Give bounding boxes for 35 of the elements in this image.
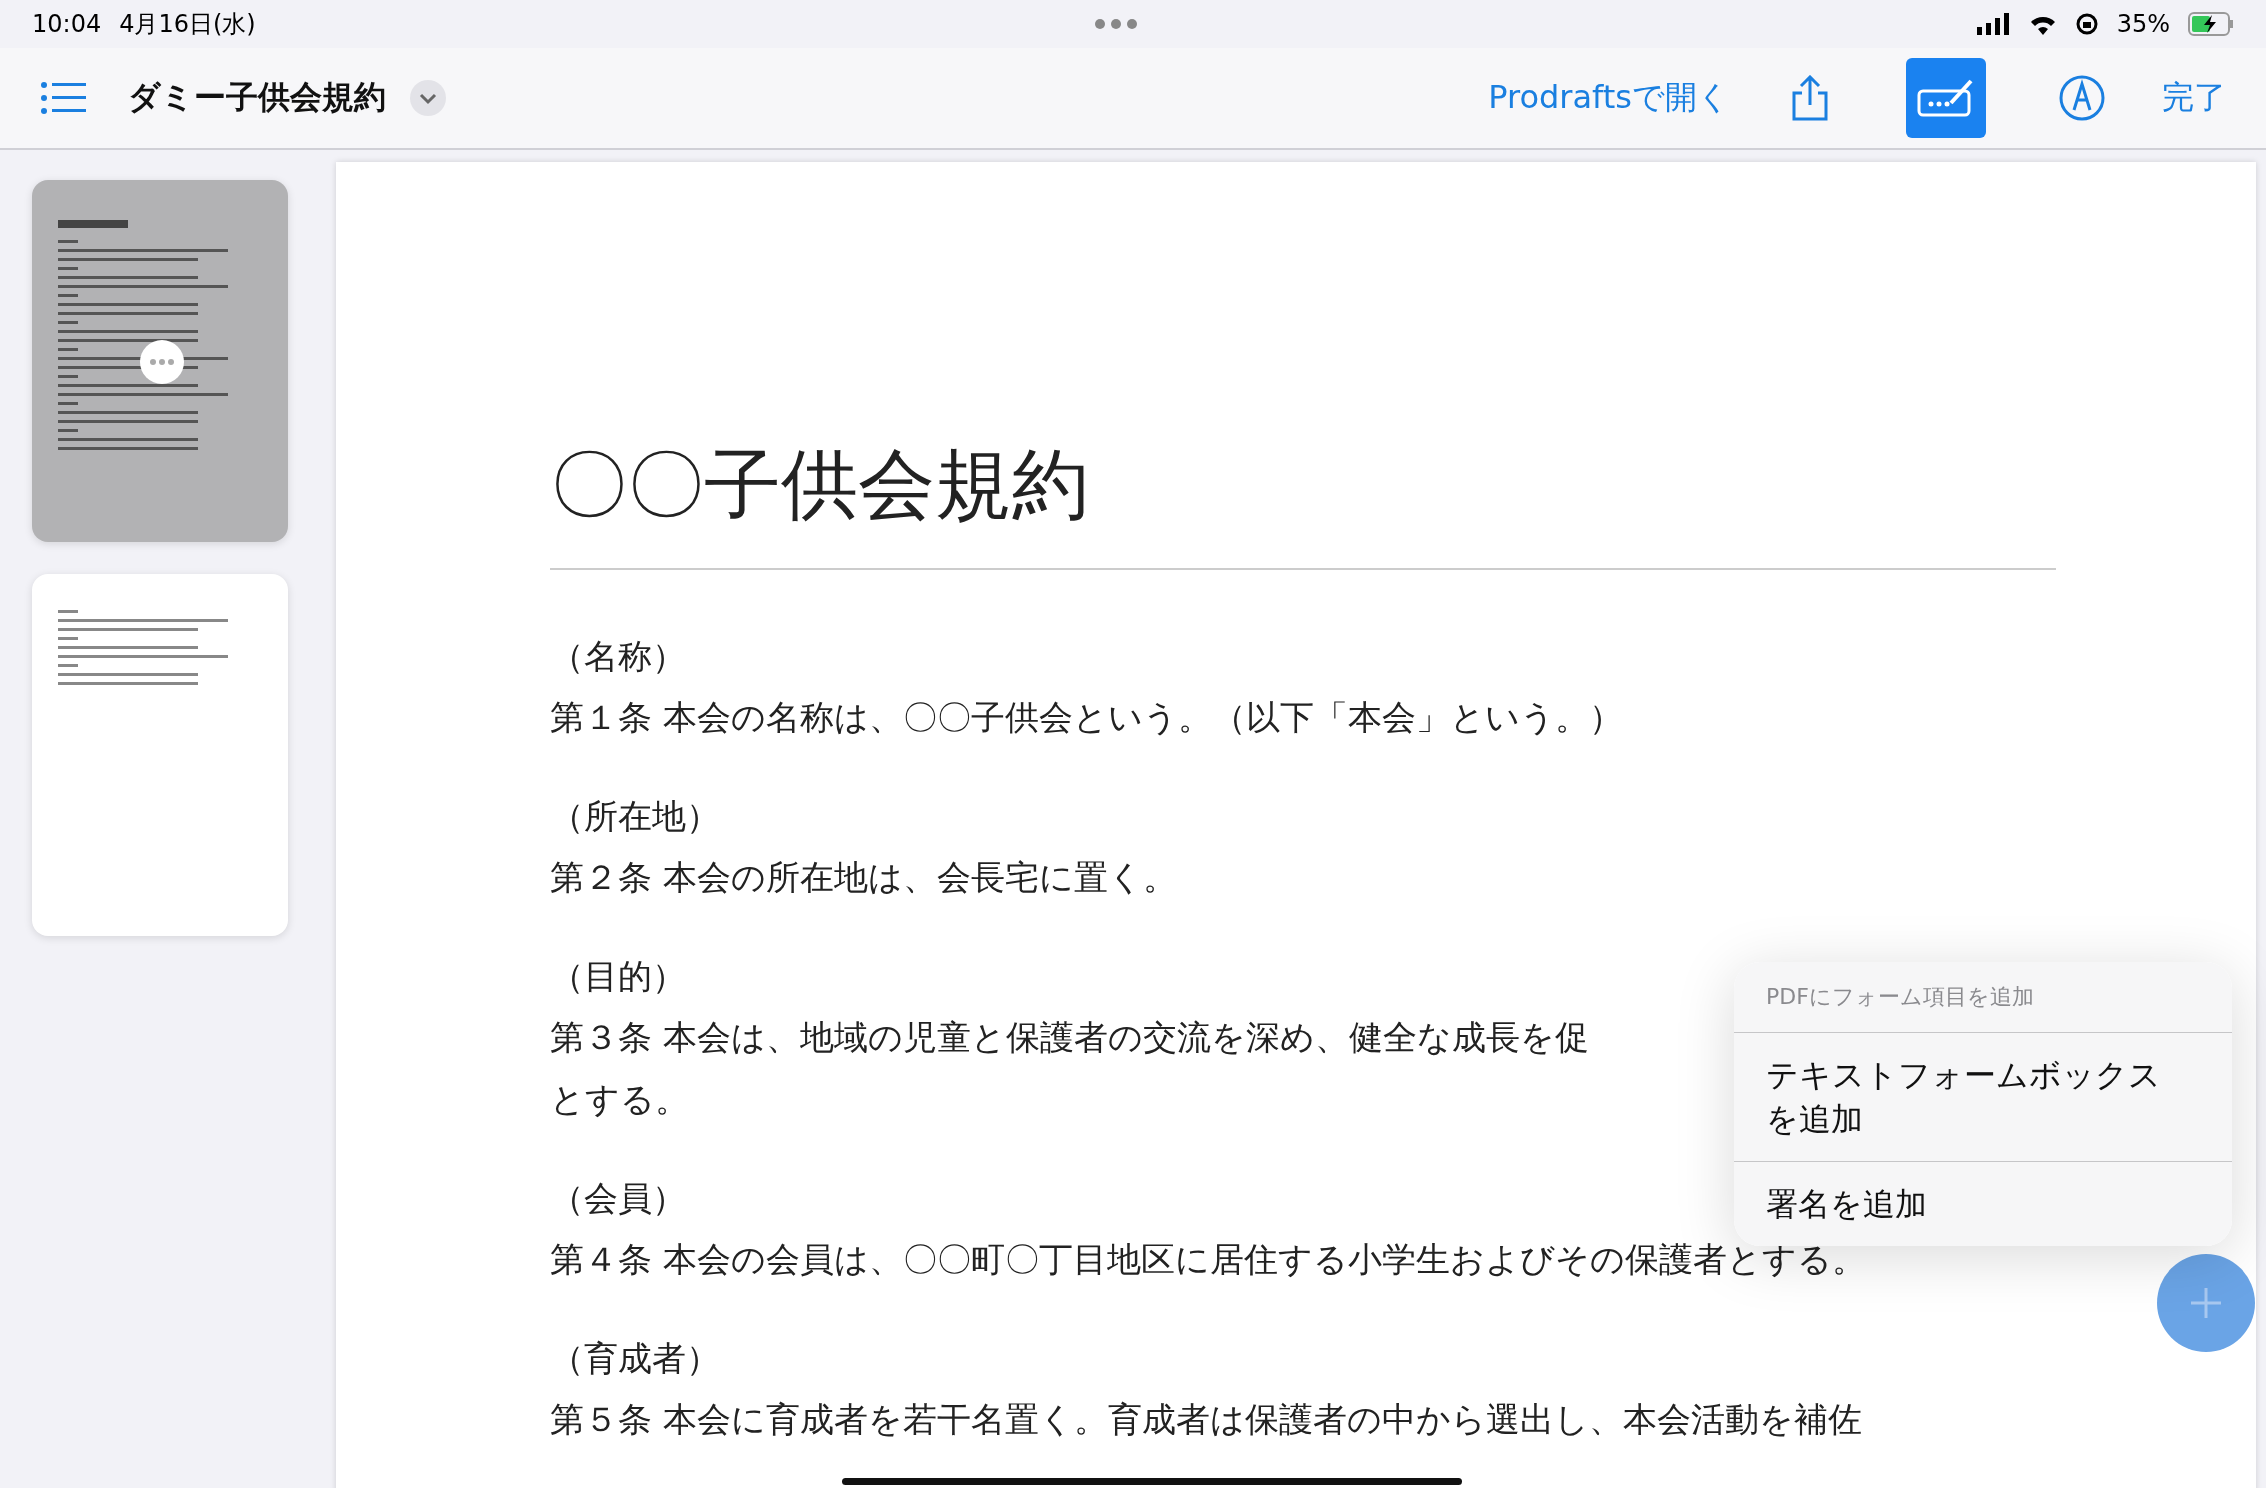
chevron-down-icon[interactable]: [410, 80, 446, 116]
section-heading: （所在地）: [550, 795, 720, 838]
article-text: 第２条 本会の所在地は、会長宅に置く。: [550, 856, 1177, 899]
signal-icon: [1976, 13, 2011, 35]
list-icon[interactable]: [40, 81, 86, 115]
done-button[interactable]: 完了: [2162, 76, 2226, 120]
status-time: 10:04: [32, 10, 102, 38]
document-title: ダミー子供会規約: [128, 77, 386, 118]
section-heading: （名称）: [550, 635, 686, 678]
document-heading: 〇〇子供会規約: [550, 434, 2056, 570]
battery-percentage: 35%: [2116, 10, 2170, 38]
pen-circle-icon: [2058, 74, 2106, 122]
article-text: 第５条 本会に育成者を若干名置く。育成者は保護者の中から選出し、本会活動を補佐: [550, 1398, 1862, 1441]
battery-charging-icon: [2188, 12, 2234, 36]
article-text: 第１条 本会の名称は、〇〇子供会という。（以下「本会」という。）: [550, 696, 1623, 739]
open-in-app-link[interactable]: Prodraftsで開く: [1488, 76, 1730, 120]
menu-item[interactable]: 署名を追加: [1766, 1182, 2163, 1226]
status-date: 4月16日(水): [119, 9, 256, 40]
article-text: 第３条 本会は、地域の児童と保護者の交流を深め、健全な成長を促: [550, 1016, 1589, 1059]
menu-header: PDFにフォーム項目を追加: [1734, 962, 2232, 1033]
section-heading: （会員）: [550, 1177, 686, 1220]
share-icon: [1790, 75, 1830, 121]
section-heading: （目的）: [550, 955, 686, 998]
plus-icon: [2189, 1286, 2223, 1320]
form-field-icon: [1917, 77, 1975, 119]
page-thumbnail[interactable]: [32, 574, 288, 936]
multitasking-dots-icon[interactable]: [1094, 18, 1139, 30]
rotation-lock-icon: [2074, 12, 2099, 36]
section-heading: （育成者）: [550, 1337, 720, 1380]
form-tool-button[interactable]: [1906, 58, 1986, 138]
article-text: とする。: [550, 1078, 689, 1121]
more-icon[interactable]: [140, 340, 184, 384]
menu-item[interactable]: テキストフォームボックスを追加: [1766, 1053, 2163, 1141]
article-text: 第４条 本会の会員は、〇〇町〇丁目地区に居住する小学生およびその保護者とする。: [550, 1238, 1866, 1281]
page-thumbnail[interactable]: [32, 180, 288, 542]
